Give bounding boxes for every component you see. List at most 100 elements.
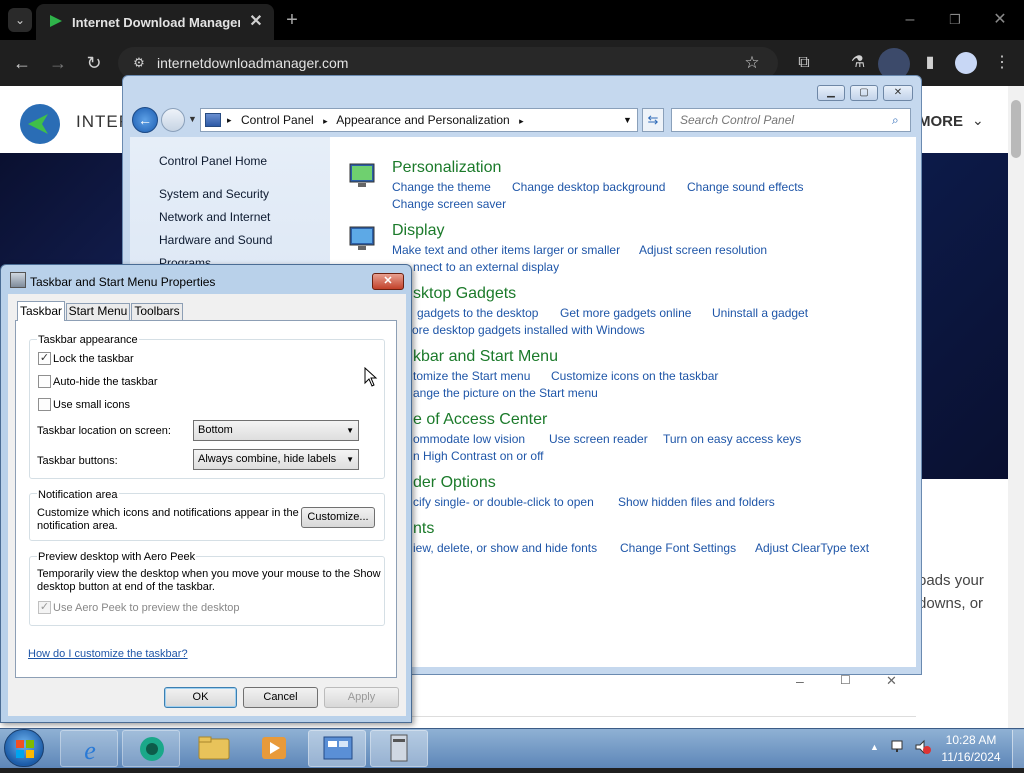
- bookmark-star-icon[interactable]: ☆: [742, 53, 762, 73]
- network-icon[interactable]: [890, 739, 908, 755]
- link-start-picture[interactable]: ange the picture on the Start menu: [413, 386, 598, 400]
- reload-icon[interactable]: ↻: [84, 53, 104, 73]
- autohide-checkbox[interactable]: [38, 375, 51, 388]
- cp-search-input[interactable]: Search Control Panel ⌕: [671, 108, 911, 132]
- help-link[interactable]: How do I customize the taskbar?: [28, 648, 188, 660]
- cp-address-bar[interactable]: ▸ Control Panel ▸ Appearance and Persona…: [200, 108, 638, 132]
- link-sound-effects[interactable]: Change sound effects: [687, 180, 804, 194]
- category-taskbar-start[interactable]: kbar and Start Menu: [413, 348, 558, 366]
- page-scrollbar[interactable]: [1008, 86, 1024, 728]
- buttons-select[interactable]: Always combine, hide labels ▼: [193, 449, 359, 470]
- back-icon[interactable]: ←: [12, 53, 32, 73]
- link-desktop-background[interactable]: Change desktop background: [512, 180, 665, 194]
- link-customize-start[interactable]: tomize the Start menu: [413, 369, 530, 383]
- link-text-size[interactable]: Make text and other items larger or smal…: [392, 243, 620, 257]
- sidebar-item-hardware[interactable]: Hardware and Sound: [159, 233, 272, 247]
- link-access-keys[interactable]: Turn on easy access keys: [663, 432, 801, 446]
- ie-taskbar-button[interactable]: e: [60, 730, 118, 767]
- link-high-contrast[interactable]: n High Contrast on or off: [413, 449, 544, 463]
- link-hidden-files[interactable]: Show hidden files and folders: [618, 495, 775, 509]
- cp-close-button[interactable]: ✕: [883, 85, 913, 101]
- tab-start-menu[interactable]: Start Menu: [66, 303, 130, 320]
- location-select[interactable]: Bottom ▼: [193, 420, 359, 441]
- category-ease-of-access[interactable]: e of Access Center: [413, 411, 547, 429]
- control-panel-icon: [205, 113, 221, 127]
- link-click-to-open[interactable]: cify single- or double-click to open: [413, 495, 594, 509]
- link-external-display[interactable]: nnect to an external display: [413, 260, 559, 274]
- show-hidden-icons-chevron[interactable]: ▲: [870, 742, 879, 752]
- control-panel-taskbar-button[interactable]: [308, 730, 366, 767]
- extensions-icon[interactable]: ⧉: [794, 53, 814, 73]
- link-change-theme[interactable]: Change the theme: [392, 180, 491, 194]
- breadcrumb-control-panel[interactable]: Control Panel: [241, 113, 314, 127]
- category-fonts[interactable]: nts: [413, 520, 434, 538]
- aero-peek-checkbox[interactable]: ✓: [38, 601, 51, 614]
- chevron-down-icon[interactable]: ⌄: [972, 112, 984, 129]
- breadcrumb-separator-icon: ▸: [519, 116, 524, 126]
- link-taskbar-icons[interactable]: Customize icons on the taskbar: [551, 369, 718, 383]
- new-tab-button[interactable]: +: [282, 10, 302, 30]
- scrollbar-thumb[interactable]: [1011, 100, 1021, 158]
- breadcrumb-appearance[interactable]: Appearance and Personalization: [336, 113, 509, 127]
- sidebar-item-home[interactable]: Control Panel Home: [159, 154, 267, 168]
- cp-back-button[interactable]: ←: [132, 107, 158, 133]
- tab-search-button[interactable]: ⌄: [8, 8, 32, 32]
- link-low-vision[interactable]: ommodate low vision: [413, 432, 525, 446]
- cp-forward-button[interactable]: [161, 108, 185, 132]
- link-more-gadgets[interactable]: Get more gadgets online: [560, 306, 691, 320]
- link-restore-gadgets[interactable]: ore desktop gadgets installed with Windo…: [412, 323, 645, 337]
- link-screen-saver[interactable]: Change screen saver: [392, 197, 506, 211]
- link-font-settings[interactable]: Change Font Settings: [620, 541, 736, 555]
- volume-muted-icon[interactable]: [914, 739, 932, 755]
- cp-maximize-button[interactable]: ▢: [850, 85, 878, 101]
- recent-pages-chevron-icon[interactable]: ▼: [188, 114, 197, 124]
- browser-tab-active[interactable]: Internet Download Manager is ✕: [36, 4, 274, 40]
- ghost-minimize-icon: –: [796, 673, 804, 689]
- link-screen-reader[interactable]: Use screen reader: [549, 432, 648, 446]
- site-info-icon[interactable]: ⚙: [130, 53, 148, 73]
- menu-kebab-icon[interactable]: ⋮: [992, 53, 1012, 73]
- category-desktop-gadgets[interactable]: sktop Gadgets: [413, 285, 516, 303]
- apply-button[interactable]: Apply: [324, 687, 399, 708]
- explorer-folder-icon[interactable]: [196, 733, 232, 763]
- link-manage-fonts[interactable]: iew, delete, or show and hide fonts: [413, 541, 597, 555]
- dialog-close-button[interactable]: ✕: [372, 273, 404, 290]
- side-panel-icon[interactable]: ▮: [920, 53, 940, 73]
- minimize-browser-icon[interactable]: –: [900, 10, 920, 30]
- link-cleartype[interactable]: Adjust ClearType text: [755, 541, 869, 555]
- category-personalization[interactable]: Personalization: [392, 159, 501, 177]
- link-uninstall-gadget[interactable]: Uninstall a gadget: [712, 306, 808, 320]
- more-menu[interactable]: MORE: [918, 113, 963, 130]
- category-display[interactable]: Display: [392, 222, 444, 240]
- show-desktop-button[interactable]: [1012, 730, 1024, 768]
- sidebar-item-network[interactable]: Network and Internet: [159, 210, 270, 224]
- sidebar-item-system-security[interactable]: System and Security: [159, 187, 269, 201]
- link-add-gadgets[interactable]: gadgets to the desktop: [417, 306, 538, 320]
- account-icon[interactable]: [955, 52, 977, 74]
- small-icons-checkbox[interactable]: [38, 398, 51, 411]
- browser-taskbar-button[interactable]: [122, 730, 180, 767]
- mouse-cursor-icon: [364, 366, 378, 387]
- address-dropdown-icon[interactable]: ▼: [623, 109, 632, 131]
- media-player-icon[interactable]: [256, 733, 292, 763]
- category-folder-options[interactable]: der Options: [413, 474, 496, 492]
- clock-time[interactable]: 10:28 AM: [938, 733, 1004, 747]
- forward-icon[interactable]: →: [48, 53, 68, 73]
- search-icon[interactable]: ⌕: [892, 109, 899, 131]
- lock-taskbar-checkbox[interactable]: ✓: [38, 352, 51, 365]
- taskbar-properties-taskbar-button[interactable]: [370, 730, 428, 767]
- cancel-button[interactable]: Cancel: [243, 687, 318, 708]
- start-button[interactable]: [4, 729, 44, 767]
- ok-button[interactable]: OK: [164, 687, 237, 708]
- close-tab-icon[interactable]: ✕: [246, 12, 266, 32]
- close-browser-icon[interactable]: ✕: [990, 10, 1010, 30]
- link-screen-resolution[interactable]: Adjust screen resolution: [639, 243, 767, 257]
- tab-toolbars[interactable]: Toolbars: [131, 303, 183, 320]
- clock-date[interactable]: 11/16/2024: [938, 750, 1004, 764]
- restore-browser-icon[interactable]: ❐: [945, 10, 965, 30]
- customize-button[interactable]: Customize...: [301, 507, 375, 528]
- tab-taskbar[interactable]: Taskbar: [17, 301, 65, 321]
- refresh-icon[interactable]: ⇆: [642, 108, 664, 132]
- labs-flask-icon[interactable]: ⚗: [848, 53, 868, 73]
- cp-minimize-button[interactable]: ▁: [817, 85, 845, 101]
